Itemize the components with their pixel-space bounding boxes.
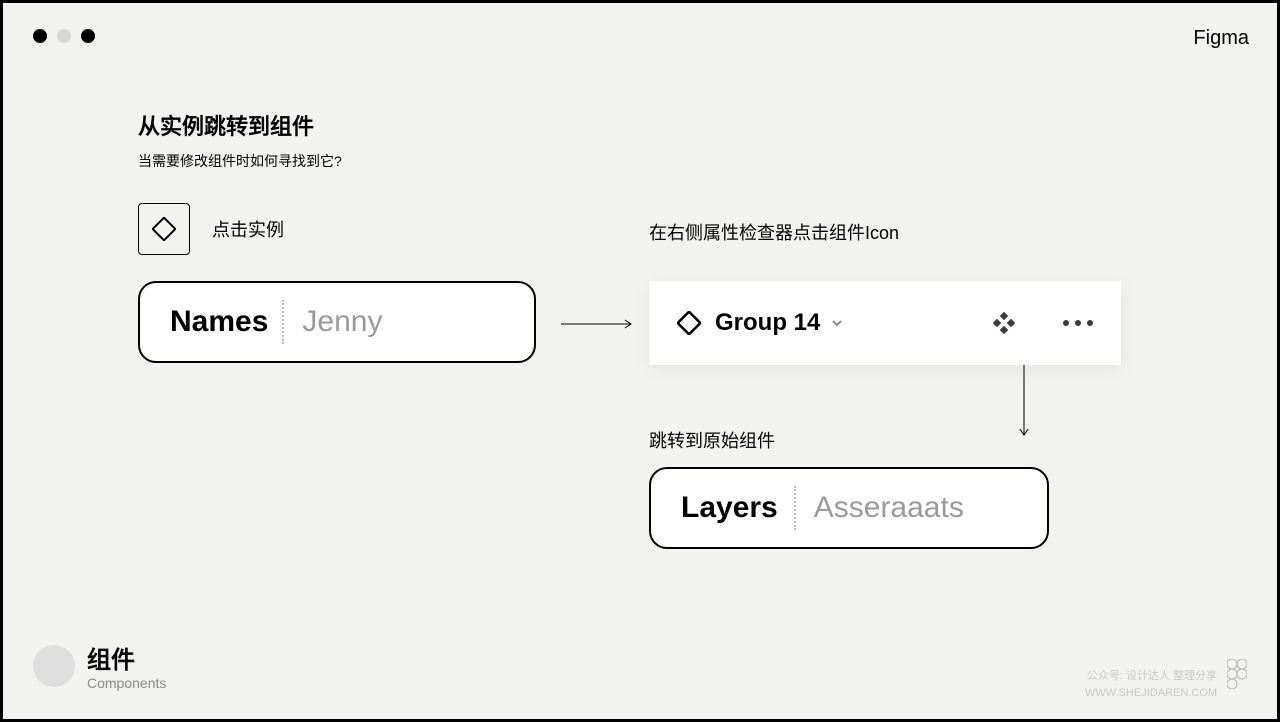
instance-diamond-icon [152, 217, 176, 241]
layers-card-label: Layers [681, 491, 778, 525]
divider [282, 300, 284, 344]
page-title: 从实例跳转到组件 [138, 109, 342, 141]
watermark-line-1: 公众号: 设计达人 整理分享 [1085, 668, 1217, 685]
instance-icon-box[interactable] [138, 203, 190, 255]
step-3-label: 跳转到原始组件 [649, 427, 775, 453]
arrow-right-icon [561, 319, 637, 329]
divider [794, 486, 796, 530]
arrow-down-icon [1019, 365, 1029, 441]
app-name-label: Figma [1193, 27, 1249, 50]
watermark: 公众号: 设计达人 整理分享 WWW.SHEJIDAREN.COM [1085, 668, 1217, 701]
watermark-line-2: WWW.SHEJIDAREN.COM [1085, 685, 1217, 702]
layers-card[interactable]: Layers Asseraaats [649, 467, 1049, 549]
step-1-row: 点击实例 [138, 203, 284, 255]
window-controls [33, 29, 95, 43]
dot-icon [33, 29, 47, 43]
layers-card-value: Asseraaats [814, 491, 964, 525]
badge-circle-icon [33, 645, 75, 687]
inspector-panel: Group 14 [649, 281, 1121, 365]
footer-title-en: Components [87, 675, 166, 691]
instance-card-value: Jenny [302, 305, 382, 339]
page-subtitle: 当需要修改组件时如何寻找到它? [138, 151, 342, 171]
step-1-label: 点击实例 [212, 216, 284, 242]
step-2-label: 在右侧属性检查器点击组件Icon [649, 219, 899, 245]
figma-logo-icon [1227, 659, 1247, 689]
more-options-icon[interactable] [1063, 320, 1093, 326]
instance-card[interactable]: Names Jenny [138, 281, 536, 363]
instance-card-label: Names [170, 305, 268, 339]
component-name-label[interactable]: Group 14 [715, 309, 820, 337]
instance-diamond-icon [677, 311, 701, 335]
page-heading: 从实例跳转到组件 当需要修改组件时如何寻找到它? [138, 109, 342, 171]
go-to-main-component-icon[interactable] [993, 312, 1015, 334]
footer-badge: 组件 Components [33, 640, 166, 691]
footer-title-cn: 组件 [87, 640, 166, 675]
chevron-down-icon[interactable] [830, 316, 844, 330]
dot-icon [81, 29, 95, 43]
dot-icon [57, 29, 71, 43]
